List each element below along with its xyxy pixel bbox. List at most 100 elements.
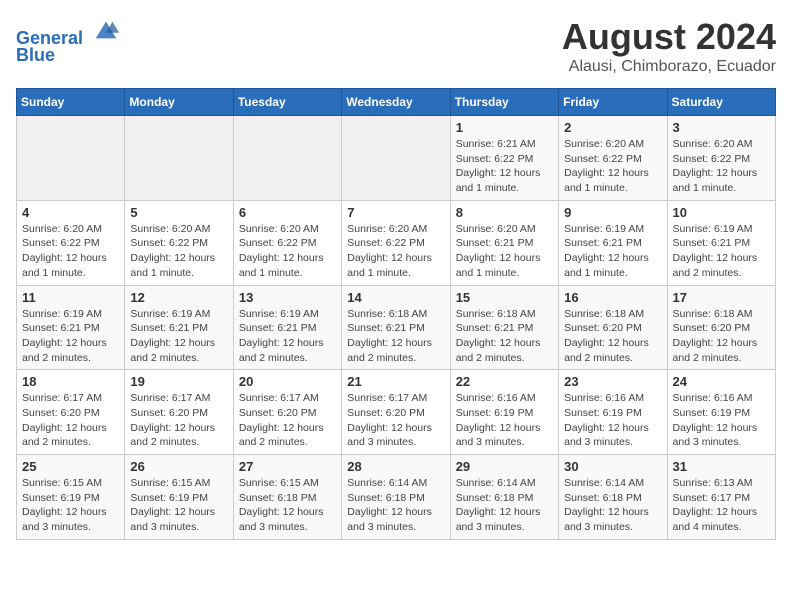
calendar-cell: 7 Sunrise: 6:20 AM Sunset: 6:22 PM Daylig… (342, 200, 450, 285)
calendar-cell (125, 116, 233, 201)
calendar-cell: 30Sunrise: 6:14 AM Sunset: 6:18 PM Dayli… (559, 455, 667, 540)
calendar-cell: 24 Sunrise: 6:16 AM Sunset: 6:19 PM Dayli… (667, 370, 775, 455)
weekday-header-wednesday: Wednesday (342, 89, 450, 116)
day-info: Sunrise: 6:14 AM Sunset: 6:18 PM Dayligh… (347, 476, 444, 535)
calendar-cell: 29Sunrise: 6:14 AM Sunset: 6:18 PM Dayli… (450, 455, 558, 540)
day-info: Sunrise: 6:15 AM Sunset: 6:18 PM Dayligh… (239, 476, 336, 535)
day-info: Sunrise: 6:20 AM Sunset: 6:22 PM Dayligh… (130, 222, 227, 281)
day-info: Sunrise: 6:17 AM Sunset: 6:20 PM Dayligh… (239, 391, 336, 450)
calendar-cell: 13 Sunrise: 6:19 AM Sunset: 6:21 PM Dayli… (233, 285, 341, 370)
day-info: Sunrise: 6:17 AM Sunset: 6:20 PM Dayligh… (22, 391, 119, 450)
day-info: Sunrise: 6:17 AM Sunset: 6:20 PM Dayligh… (347, 391, 444, 450)
calendar-cell: 20 Sunrise: 6:17 AM Sunset: 6:20 PM Dayli… (233, 370, 341, 455)
day-number: 22 (456, 374, 553, 389)
weekday-header-friday: Friday (559, 89, 667, 116)
calendar-cell: 9 Sunrise: 6:19 AM Sunset: 6:21 PM Daylig… (559, 200, 667, 285)
week-row-5: 25 Sunrise: 6:15 AM Sunset: 6:19 PM Dayli… (17, 455, 776, 540)
day-info: Sunrise: 6:20 AM Sunset: 6:21 PM Dayligh… (456, 222, 553, 281)
day-number: 11 (22, 290, 119, 305)
day-number: 5 (130, 205, 227, 220)
day-number: 16 (564, 290, 661, 305)
day-number: 14 (347, 290, 444, 305)
day-info: Sunrise: 6:20 AM Sunset: 6:22 PM Dayligh… (347, 222, 444, 281)
day-number: 12 (130, 290, 227, 305)
day-number: 20 (239, 374, 336, 389)
day-number: 26 (130, 459, 227, 474)
week-row-3: 11 Sunrise: 6:19 AM Sunset: 6:21 PM Dayli… (17, 285, 776, 370)
day-info: Sunrise: 6:20 AM Sunset: 6:22 PM Dayligh… (239, 222, 336, 281)
week-row-1: 1 Sunrise: 6:21 AM Sunset: 6:22 PM Daylig… (17, 116, 776, 201)
day-number: 1 (456, 120, 553, 135)
calendar-cell: 8 Sunrise: 6:20 AM Sunset: 6:21 PM Daylig… (450, 200, 558, 285)
day-info: Sunrise: 6:20 AM Sunset: 6:22 PM Dayligh… (673, 137, 770, 196)
day-number: 30 (564, 459, 661, 474)
day-info: Sunrise: 6:13 AM Sunset: 6:17 PM Dayligh… (673, 476, 770, 535)
day-info: Sunrise: 6:19 AM Sunset: 6:21 PM Dayligh… (564, 222, 661, 281)
day-number: 24 (673, 374, 770, 389)
calendar-cell: 3 Sunrise: 6:20 AM Sunset: 6:22 PM Daylig… (667, 116, 775, 201)
day-number: 15 (456, 290, 553, 305)
day-number: 2 (564, 120, 661, 135)
calendar-cell: 15Sunrise: 6:18 AM Sunset: 6:21 PM Dayli… (450, 285, 558, 370)
calendar-cell: 28 Sunrise: 6:14 AM Sunset: 6:18 PM Dayli… (342, 455, 450, 540)
day-info: Sunrise: 6:17 AM Sunset: 6:20 PM Dayligh… (130, 391, 227, 450)
day-info: Sunrise: 6:19 AM Sunset: 6:21 PM Dayligh… (673, 222, 770, 281)
day-info: Sunrise: 6:21 AM Sunset: 6:22 PM Dayligh… (456, 137, 553, 196)
title-area: August 2024 Alausi, Chimborazo, Ecuador (562, 16, 776, 76)
weekday-header-tuesday: Tuesday (233, 89, 341, 116)
day-number: 4 (22, 205, 119, 220)
day-info: Sunrise: 6:20 AM Sunset: 6:22 PM Dayligh… (22, 222, 119, 281)
calendar-cell: 23Sunrise: 6:16 AM Sunset: 6:19 PM Dayli… (559, 370, 667, 455)
weekday-header-monday: Monday (125, 89, 233, 116)
day-info: Sunrise: 6:14 AM Sunset: 6:18 PM Dayligh… (456, 476, 553, 535)
day-number: 9 (564, 205, 661, 220)
calendar-cell: 2 Sunrise: 6:20 AM Sunset: 6:22 PM Daylig… (559, 116, 667, 201)
logo-icon (92, 16, 120, 44)
calendar-cell: 6 Sunrise: 6:20 AM Sunset: 6:22 PM Daylig… (233, 200, 341, 285)
day-info: Sunrise: 6:16 AM Sunset: 6:19 PM Dayligh… (673, 391, 770, 450)
calendar-cell: 22Sunrise: 6:16 AM Sunset: 6:19 PM Dayli… (450, 370, 558, 455)
weekday-header-sunday: Sunday (17, 89, 125, 116)
day-info: Sunrise: 6:19 AM Sunset: 6:21 PM Dayligh… (22, 307, 119, 366)
day-number: 8 (456, 205, 553, 220)
calendar-cell: 19 Sunrise: 6:17 AM Sunset: 6:20 PM Dayli… (125, 370, 233, 455)
header: General Blue August 2024 Alausi, Chimbor… (16, 16, 776, 76)
calendar-cell: 31 Sunrise: 6:13 AM Sunset: 6:17 PM Dayli… (667, 455, 775, 540)
day-info: Sunrise: 6:15 AM Sunset: 6:19 PM Dayligh… (130, 476, 227, 535)
calendar-cell: 16 Sunrise: 6:18 AM Sunset: 6:20 PM Dayli… (559, 285, 667, 370)
day-number: 21 (347, 374, 444, 389)
day-number: 25 (22, 459, 119, 474)
day-number: 3 (673, 120, 770, 135)
calendar-cell: 27Sunrise: 6:15 AM Sunset: 6:18 PM Dayli… (233, 455, 341, 540)
calendar-cell: 1 Sunrise: 6:21 AM Sunset: 6:22 PM Daylig… (450, 116, 558, 201)
calendar-cell (17, 116, 125, 201)
calendar-table: SundayMondayTuesdayWednesdayThursdayFrid… (16, 88, 776, 540)
day-info: Sunrise: 6:18 AM Sunset: 6:21 PM Dayligh… (347, 307, 444, 366)
day-number: 13 (239, 290, 336, 305)
day-info: Sunrise: 6:19 AM Sunset: 6:21 PM Dayligh… (239, 307, 336, 366)
calendar-cell (342, 116, 450, 201)
calendar-cell: 14 Sunrise: 6:18 AM Sunset: 6:21 PM Dayli… (342, 285, 450, 370)
day-number: 19 (130, 374, 227, 389)
calendar-cell: 12 Sunrise: 6:19 AM Sunset: 6:21 PM Dayli… (125, 285, 233, 370)
calendar-cell (233, 116, 341, 201)
day-number: 23 (564, 374, 661, 389)
day-number: 6 (239, 205, 336, 220)
day-number: 28 (347, 459, 444, 474)
calendar-cell: 21 Sunrise: 6:17 AM Sunset: 6:20 PM Dayli… (342, 370, 450, 455)
day-number: 31 (673, 459, 770, 474)
calendar-cell: 26 Sunrise: 6:15 AM Sunset: 6:19 PM Dayli… (125, 455, 233, 540)
day-info: Sunrise: 6:19 AM Sunset: 6:21 PM Dayligh… (130, 307, 227, 366)
day-number: 10 (673, 205, 770, 220)
logo-text: General (16, 16, 120, 49)
day-info: Sunrise: 6:18 AM Sunset: 6:20 PM Dayligh… (564, 307, 661, 366)
calendar-cell: 17Sunrise: 6:18 AM Sunset: 6:20 PM Dayli… (667, 285, 775, 370)
calendar-cell: 10 Sunrise: 6:19 AM Sunset: 6:21 PM Dayli… (667, 200, 775, 285)
day-number: 7 (347, 205, 444, 220)
weekday-header-thursday: Thursday (450, 89, 558, 116)
calendar-cell: 18 Sunrise: 6:17 AM Sunset: 6:20 PM Dayli… (17, 370, 125, 455)
calendar-title: August 2024 (562, 16, 776, 58)
week-row-2: 4 Sunrise: 6:20 AM Sunset: 6:22 PM Daylig… (17, 200, 776, 285)
day-info: Sunrise: 6:20 AM Sunset: 6:22 PM Dayligh… (564, 137, 661, 196)
day-number: 18 (22, 374, 119, 389)
